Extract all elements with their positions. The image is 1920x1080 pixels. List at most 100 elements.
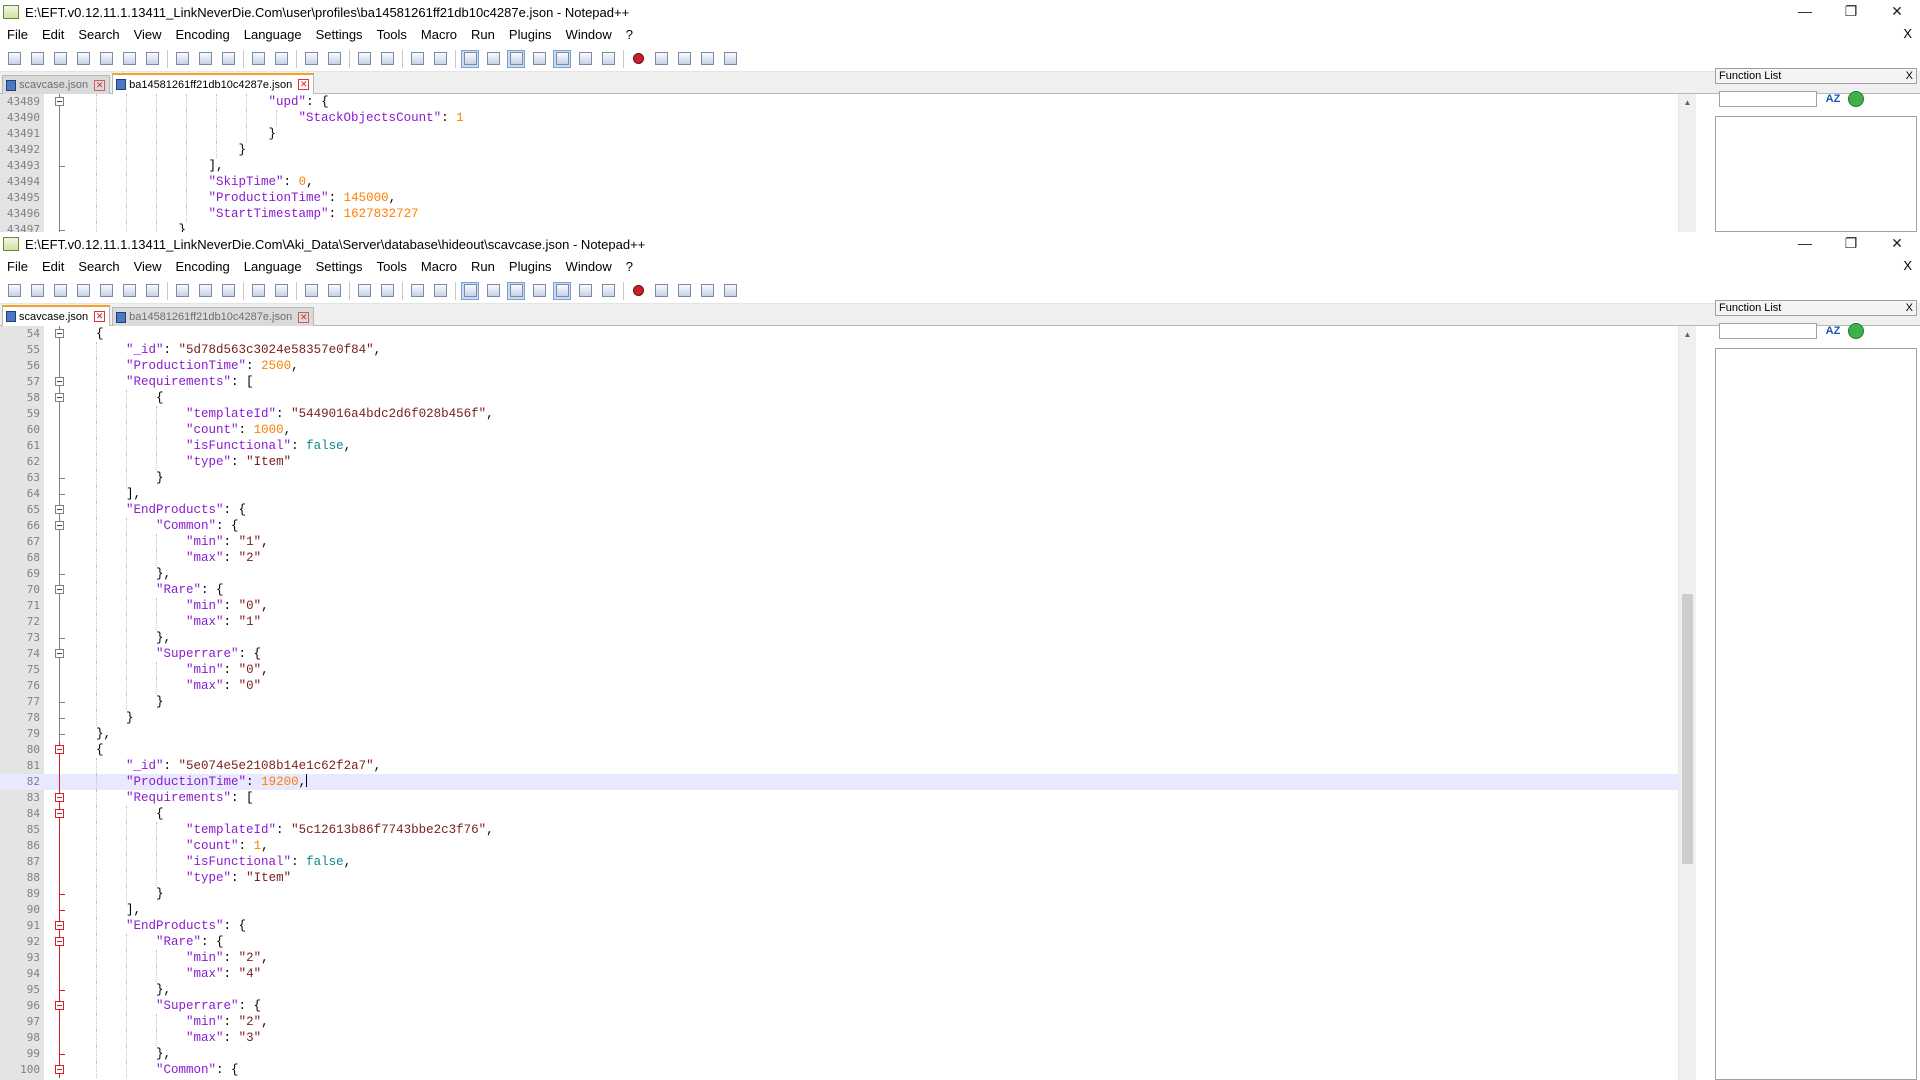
reload-icon[interactable]: [1848, 323, 1864, 339]
code-text[interactable]: "_id": "5d78d563c3024e58357e0f84",: [66, 342, 381, 358]
redo-icon[interactable]: [272, 50, 290, 68]
word-wrap-icon[interactable]: [461, 49, 479, 68]
copy-icon[interactable]: [196, 50, 214, 68]
code-text[interactable]: {: [66, 806, 164, 822]
save-icon[interactable]: [51, 282, 69, 300]
vertical-scrollbar[interactable]: ▲: [1678, 326, 1696, 1080]
code-text[interactable]: "ProductionTime": 2500,: [66, 358, 299, 374]
code-text[interactable]: "StartTimestamp": 1627832727: [66, 206, 419, 222]
sort-icon[interactable]: AZ: [1825, 91, 1841, 107]
code-text[interactable]: "EndProducts": {: [66, 502, 246, 518]
cut-icon[interactable]: [173, 282, 191, 300]
code-text[interactable]: "Common": {: [66, 518, 239, 534]
code-text[interactable]: {: [66, 742, 104, 758]
code-text[interactable]: "Requirements": [: [66, 374, 254, 390]
record-macro-icon[interactable]: [629, 50, 647, 68]
close-icon[interactable]: [97, 50, 115, 68]
indent-guide-icon[interactable]: [507, 281, 525, 300]
paste-icon[interactable]: [219, 50, 237, 68]
fold-toggle-icon[interactable]: [54, 918, 66, 934]
fold-toggle-icon[interactable]: [54, 1062, 66, 1078]
function-list-search-input[interactable]: [1719, 323, 1817, 339]
code-text[interactable]: "min": "0",: [66, 662, 269, 678]
code-text[interactable]: {: [66, 390, 164, 406]
code-text[interactable]: "type": "Item": [66, 454, 291, 470]
close-tab-icon[interactable]: ✕: [94, 79, 106, 91]
menu-file[interactable]: File: [0, 24, 35, 46]
fold-toggle-icon[interactable]: [54, 806, 66, 822]
code-text[interactable]: "ProductionTime": 19200,: [66, 774, 308, 790]
fold-toggle-icon[interactable]: [54, 326, 66, 342]
menu-macro[interactable]: Macro: [414, 256, 464, 278]
reload-icon[interactable]: [1848, 91, 1864, 107]
restore-button[interactable]: ❐: [1828, 0, 1874, 22]
code-text[interactable]: "ProductionTime": 145000,: [66, 190, 397, 206]
open-file-icon[interactable]: [28, 50, 46, 68]
fold-toggle-icon[interactable]: [54, 646, 66, 662]
menu-language[interactable]: Language: [237, 256, 309, 278]
code-text[interactable]: "min": "0",: [66, 598, 269, 614]
run-macro-multiple-icon[interactable]: [698, 282, 716, 300]
code-text[interactable]: },: [66, 726, 111, 742]
code-text[interactable]: }: [66, 470, 164, 486]
undo-icon[interactable]: [249, 50, 267, 68]
code-text[interactable]: }: [66, 886, 164, 902]
minimize-button[interactable]: —: [1782, 0, 1828, 22]
stop-macro-icon[interactable]: [652, 50, 670, 68]
code-text[interactable]: "max": "1": [66, 614, 261, 630]
new-file-icon[interactable]: [5, 282, 23, 300]
code-text[interactable]: "isFunctional": false,: [66, 438, 351, 454]
save-all-icon[interactable]: [74, 282, 92, 300]
print-icon[interactable]: [143, 50, 161, 68]
code-text[interactable]: "StackObjectsCount": 1: [66, 110, 464, 126]
function-list-tree[interactable]: [1715, 348, 1917, 1080]
tab-scavcase[interactable]: scavcase.json ✕: [2, 75, 111, 94]
fold-toggle-icon[interactable]: [54, 518, 66, 534]
save-all-icon[interactable]: [74, 50, 92, 68]
restore-button[interactable]: ❐: [1828, 232, 1874, 254]
close-window-button[interactable]: ✕: [1874, 0, 1920, 22]
code-text[interactable]: }: [66, 694, 164, 710]
code-text[interactable]: "templateId": "5c12613b86f7743bbe2c3f76"…: [66, 822, 494, 838]
fold-toggle-icon[interactable]: [54, 790, 66, 806]
stop-macro-icon[interactable]: [652, 282, 670, 300]
show-all-chars-icon[interactable]: [484, 50, 502, 68]
code-text[interactable]: ],: [66, 486, 141, 502]
menu-encoding[interactable]: Encoding: [169, 256, 237, 278]
folder-workspace-icon[interactable]: [576, 50, 594, 68]
paste-icon[interactable]: [219, 282, 237, 300]
code-text[interactable]: ],: [66, 902, 141, 918]
open-file-icon[interactable]: [28, 282, 46, 300]
fold-toggle-icon[interactable]: [54, 582, 66, 598]
zoom-out-icon[interactable]: [378, 50, 396, 68]
print-icon[interactable]: [143, 282, 161, 300]
save-macro-icon[interactable]: [721, 282, 739, 300]
function-list-icon[interactable]: [553, 49, 571, 68]
menu-view[interactable]: View: [127, 24, 169, 46]
fold-toggle-icon[interactable]: [54, 94, 66, 110]
code-text[interactable]: "max": "2": [66, 550, 261, 566]
menu-edit[interactable]: Edit: [35, 256, 71, 278]
menu-search[interactable]: Search: [71, 256, 126, 278]
close-panel-button[interactable]: X: [1906, 301, 1913, 316]
menu-window[interactable]: Window: [559, 256, 619, 278]
menu-file[interactable]: File: [0, 256, 35, 278]
close-all-icon[interactable]: [120, 50, 138, 68]
redo-icon[interactable]: [272, 282, 290, 300]
menu-help[interactable]: ?: [619, 24, 640, 46]
zoom-in-icon[interactable]: [355, 282, 373, 300]
copy-icon[interactable]: [196, 282, 214, 300]
code-text[interactable]: "max": "0": [66, 678, 261, 694]
minimize-button[interactable]: —: [1782, 232, 1828, 254]
code-text[interactable]: "upd": {: [66, 94, 329, 110]
menu-tools[interactable]: Tools: [370, 24, 414, 46]
tab-profile[interactable]: ba14581261ff21db10c4287e.json ✕: [112, 307, 315, 326]
menu-edit[interactable]: Edit: [35, 24, 71, 46]
code-text[interactable]: }: [66, 126, 277, 142]
sync-horizontal-icon[interactable]: [431, 50, 449, 68]
function-list-tree[interactable]: [1715, 116, 1917, 232]
cut-icon[interactable]: [173, 50, 191, 68]
menu-plugins[interactable]: Plugins: [502, 24, 559, 46]
undo-icon[interactable]: [249, 282, 267, 300]
code-text[interactable]: "Rare": {: [66, 934, 224, 950]
